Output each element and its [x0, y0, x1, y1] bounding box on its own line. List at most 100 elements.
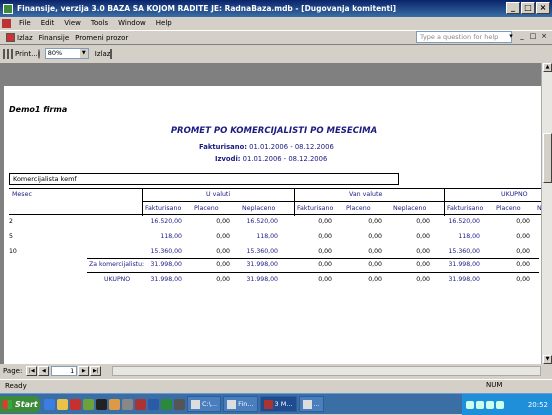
print-preview-toolbar: Print... 80% ▼ Izlaz	[0, 46, 552, 61]
start-button[interactable]: Start	[0, 395, 40, 413]
quicklaunch-icon-11[interactable]	[174, 398, 185, 410]
window-icon	[302, 399, 312, 409]
finansije-button[interactable]: Finansije	[36, 34, 72, 42]
col-neplaceno: Neplaceno	[242, 205, 276, 212]
office-links-icon[interactable]	[110, 48, 114, 59]
menu-edit[interactable]: Edit	[36, 19, 60, 27]
quicklaunch-icon-7[interactable]	[122, 398, 133, 410]
cell-value: 16.520,00	[448, 218, 481, 225]
tray-icon-1[interactable]	[466, 400, 474, 409]
mdi-maximize-button[interactable]: □	[528, 30, 538, 42]
scroll-down-icon[interactable]: ▼	[543, 355, 552, 364]
cell-value: 0,00	[416, 261, 430, 268]
mdi-minimize-button[interactable]: ▾	[506, 30, 516, 42]
page-number-input[interactable]: 1	[51, 366, 78, 376]
cell-value: 0,00	[416, 248, 430, 255]
word-icon[interactable]	[148, 398, 159, 410]
ie-icon[interactable]	[44, 398, 55, 410]
cell-value: 0,00	[368, 261, 382, 268]
app-icon	[3, 3, 13, 14]
izlaz-button[interactable]: Izlaz	[3, 33, 36, 42]
row-label: UKUPNO	[104, 276, 131, 283]
zoom-icon[interactable]	[37, 48, 42, 59]
zoom-select[interactable]: 80% ▼	[44, 48, 89, 59]
komercijalista-header: Komercijalista kemf	[9, 173, 399, 185]
access-icon[interactable]	[135, 398, 146, 410]
col-group-ukupno: UKUPNO	[501, 191, 528, 198]
cell-value: 0,00	[318, 248, 332, 255]
promeni-prozor-button[interactable]: Promeni prozor	[72, 34, 131, 42]
folder-icon	[191, 399, 200, 409]
horizontal-scrollbar[interactable]	[112, 366, 541, 376]
col-group-u-valuti: U valuti	[206, 191, 231, 198]
fakturisano-period: Fakturisano: 01.01.2006 - 08.12.2006	[199, 143, 334, 151]
quicklaunch-icon-4[interactable]	[83, 398, 94, 410]
table-row: 2 16.520,00 0,00 16.520,00 0,00 0,00 0,00 16.52…	[9, 218, 541, 229]
col-neplaceno-2: Neplaceno	[393, 205, 427, 212]
report-page: Demo1 firma PROMET PO KOMERCIJALISTI PO …	[4, 86, 541, 364]
cell-value: 16.520,00	[246, 218, 279, 225]
excel-icon[interactable]	[161, 398, 172, 410]
mdi-close-button[interactable]: ×	[539, 30, 549, 42]
table-row: 5 118,00 0,00 118,00 0,00 0,00 0,00 118,00 0,00	[9, 233, 541, 244]
cell-value: 15.360,00	[246, 248, 279, 255]
task-explorer[interactable]: C:\...	[187, 396, 222, 412]
close-button[interactable]: ×	[536, 2, 550, 14]
cell-value: 0,00	[216, 261, 230, 268]
help-search-input[interactable]: Type a question for help	[416, 31, 512, 43]
cell-value: 31.998,00	[150, 276, 183, 283]
total-row: UKUPNO 31.998,00 0,00 31.998,00 0,00 0,00 0,00…	[9, 276, 541, 287]
minimize-button[interactable]: _	[506, 2, 520, 14]
quicklaunch-icon-3[interactable]	[70, 398, 81, 410]
cell-value: 31.998,00	[150, 261, 183, 268]
menu-tools[interactable]: Tools	[86, 19, 113, 27]
app-icon	[227, 399, 237, 409]
status-bar: Ready NUM	[0, 379, 552, 392]
cell-value: 0,00	[318, 233, 332, 240]
menu-help[interactable]: Help	[151, 19, 177, 27]
table-header: Mesec U valuti Van valute UKUPNO Fakturi…	[9, 188, 541, 216]
print-button[interactable]: Print...	[11, 48, 38, 59]
mdi-restore-button[interactable]: _	[517, 30, 527, 42]
menu-file[interactable]: File	[14, 19, 36, 27]
task-access[interactable]: 3 M...	[259, 396, 297, 412]
first-page-button[interactable]: |◀	[26, 366, 38, 376]
menu-bar: File Edit View Tools Window Help	[0, 17, 552, 29]
col-placeno-3: Placeno	[496, 205, 521, 212]
quicklaunch-icon-6[interactable]	[109, 398, 120, 410]
speaker-icon[interactable]	[496, 400, 504, 409]
vertical-scrollbar[interactable]: ▲ ▼	[541, 63, 552, 364]
document-icon[interactable]	[2, 18, 11, 28]
task-finansije[interactable]: Fin...	[223, 396, 258, 412]
scroll-thumb[interactable]	[543, 133, 552, 183]
chevron-down-icon: ▼	[79, 49, 88, 58]
cell-value: 15.360,00	[448, 248, 481, 255]
col-fakturisano-2: Fakturisano	[297, 205, 334, 212]
last-page-button[interactable]: ▶|	[90, 366, 102, 376]
cell-value: 0,00	[368, 218, 382, 225]
tray-icon-2[interactable]	[476, 400, 484, 409]
cell-value: 0,00	[318, 261, 332, 268]
folder-icon[interactable]	[57, 398, 68, 410]
cell-value: 0,00	[368, 276, 382, 283]
cell-value: 0,00	[516, 218, 530, 225]
cmd-icon[interactable]	[96, 398, 107, 410]
next-page-button[interactable]: ▶	[78, 366, 90, 376]
cell-value: 118,00	[256, 233, 278, 240]
menu-window[interactable]: Window	[113, 19, 151, 27]
izlaz-preview-button[interactable]: Izlaz	[95, 50, 111, 58]
scroll-up-icon[interactable]: ▲	[543, 63, 552, 72]
task-other[interactable]: ...	[298, 396, 324, 412]
maximize-button[interactable]: □	[521, 2, 535, 14]
cell-value: 31.998,00	[246, 261, 279, 268]
tray-icon-3[interactable]	[486, 400, 494, 409]
prev-page-button[interactable]: ◀	[38, 366, 50, 376]
windows-flag-icon	[3, 399, 12, 409]
cell-value: 0,00	[216, 248, 230, 255]
col-mesec: Mesec	[12, 191, 32, 198]
row-label: 10	[9, 248, 17, 255]
menu-view[interactable]: View	[59, 19, 86, 27]
col-fakturisano: Fakturisano	[145, 205, 182, 212]
window-title: Finansije, verzija 3.0 BAZA SA KOJOM RAD…	[17, 4, 397, 13]
mdi-controls: ▾ _ □ ×	[506, 30, 549, 42]
